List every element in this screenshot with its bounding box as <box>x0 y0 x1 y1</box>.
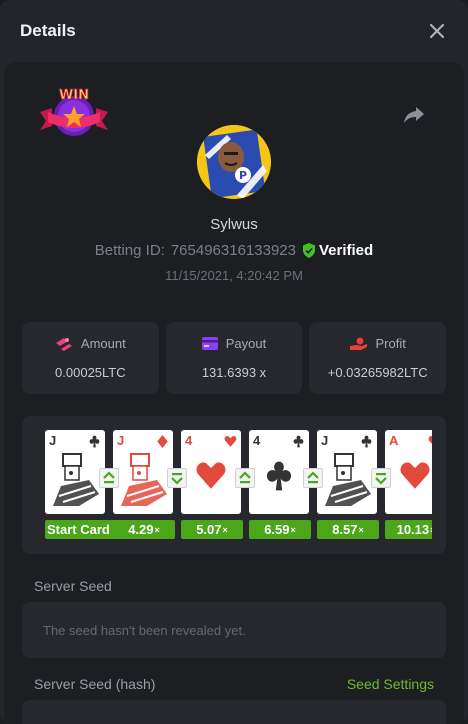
clubs-icon <box>360 435 373 453</box>
modal-header: Details <box>0 0 468 62</box>
hearts-icon <box>428 435 432 453</box>
stat-amount-label: Amount <box>80 336 126 351</box>
multiplier-label: 4.29 × <box>113 520 175 539</box>
stat-amount: Amount 0.00025LTC <box>22 322 159 394</box>
jack-face-icon <box>113 452 173 508</box>
card-rank: J <box>321 433 329 448</box>
multiplier-label: 5.07 × <box>181 520 243 539</box>
modal-title: Details <box>20 21 76 40</box>
close-icon <box>430 24 444 38</box>
hand-coin-icon <box>349 337 367 350</box>
playing-card: 4 <box>181 430 241 514</box>
higher-arrow-icon <box>235 468 255 488</box>
server-seed-hash-field[interactable] <box>22 700 446 724</box>
card-4: 4 6.59 × <box>249 430 311 539</box>
playing-card: J <box>45 430 105 514</box>
verified-badge[interactable]: Verified <box>302 242 373 259</box>
lower-arrow-icon <box>167 468 187 488</box>
betting-id-label: Betting ID: <box>94 242 165 259</box>
svg-text:P: P <box>239 169 247 182</box>
card-rank: J <box>117 433 125 448</box>
share-icon <box>404 107 424 123</box>
playing-card: J <box>317 430 377 514</box>
start-card-label: Start Card <box>45 520 115 539</box>
higher-arrow-icon <box>303 468 323 488</box>
card-rank: A <box>389 433 399 448</box>
stat-amount-value: 0.00025LTC <box>55 365 126 380</box>
card-rank: 4 <box>185 433 193 448</box>
card-6: A 10.13× <box>385 430 432 539</box>
lower-arrow-icon <box>371 468 391 488</box>
card-3: 4 5.07 × <box>181 430 243 539</box>
playing-card: A <box>385 430 432 514</box>
hearts-icon <box>224 435 237 453</box>
card-5: J 8.57 × <box>317 430 379 539</box>
higher-arrow-icon <box>99 468 119 488</box>
username: Sylwus <box>210 216 258 233</box>
clubs-icon <box>249 460 309 492</box>
verified-shield-icon <box>302 243 315 258</box>
win-badge-text: WIN <box>59 88 89 103</box>
server-seed-label: Server Seed <box>34 578 112 594</box>
multiplier-label: 8.57 × <box>317 520 379 539</box>
card-rank: J <box>49 433 57 448</box>
stat-payout: Payout 131.6393 x <box>165 322 303 394</box>
diamonds-icon <box>156 435 169 453</box>
playing-card: 4 <box>249 430 309 514</box>
details-modal: Details WIN P Sylwus Betting ID: 7654963… <box>0 0 468 724</box>
stat-profit-label: Profit <box>375 336 406 351</box>
cards-panel: J Start Card J 4.29 × 4 5.07 × 4 6.59 × J 8.57 × A 1… <box>22 416 446 554</box>
playing-card: J <box>113 430 173 514</box>
clubs-icon <box>292 435 305 453</box>
betting-id-value[interactable]: 765496316133923 <box>171 242 296 259</box>
verified-label: Verified <box>318 242 374 259</box>
win-badge-icon: WIN <box>40 88 108 136</box>
stat-profit: Profit +0.03265982LTC <box>309 322 447 394</box>
details-body: WIN P Sylwus Betting ID: 765496316133923 <box>4 62 464 724</box>
stat-profit-value: +0.03265982LTC <box>327 365 428 380</box>
betting-id-line: Betting ID: 765496316133923 Verified <box>4 242 464 259</box>
card-history-row[interactable]: J Start Card J 4.29 × 4 5.07 × 4 6.59 × J 8.57 × A 1… <box>36 430 432 542</box>
card-icon <box>201 337 218 350</box>
server-seed-field[interactable]: The seed hasn't been revealed yet. <box>22 602 446 658</box>
coins-icon <box>55 337 72 351</box>
card-rank: 4 <box>253 433 261 448</box>
jack-face-icon <box>317 452 377 508</box>
server-seed-hash-label: Server Seed (hash) <box>34 676 156 692</box>
stats-row: Amount 0.00025LTC Payout 131.6393 x Prof… <box>22 322 447 394</box>
clubs-icon <box>88 435 101 453</box>
hearts-icon <box>385 460 432 492</box>
multiplier-label: 10.13× <box>385 520 432 539</box>
multiplier-label: 6.59 × <box>249 520 311 539</box>
card-1: J Start Card <box>45 430 115 539</box>
share-button[interactable] <box>402 102 426 126</box>
card-2: J 4.29 × <box>113 430 175 539</box>
jack-face-icon <box>45 452 105 508</box>
close-button[interactable] <box>426 20 448 42</box>
stat-payout-label: Payout <box>225 336 267 351</box>
bet-date: 11/15/2021, 4:20:42 PM <box>165 268 303 283</box>
hearts-icon <box>181 460 241 492</box>
avatar: P <box>197 125 271 199</box>
stat-payout-value: 131.6393 x <box>201 365 267 380</box>
seed-settings-link[interactable]: Seed Settings <box>347 676 434 692</box>
